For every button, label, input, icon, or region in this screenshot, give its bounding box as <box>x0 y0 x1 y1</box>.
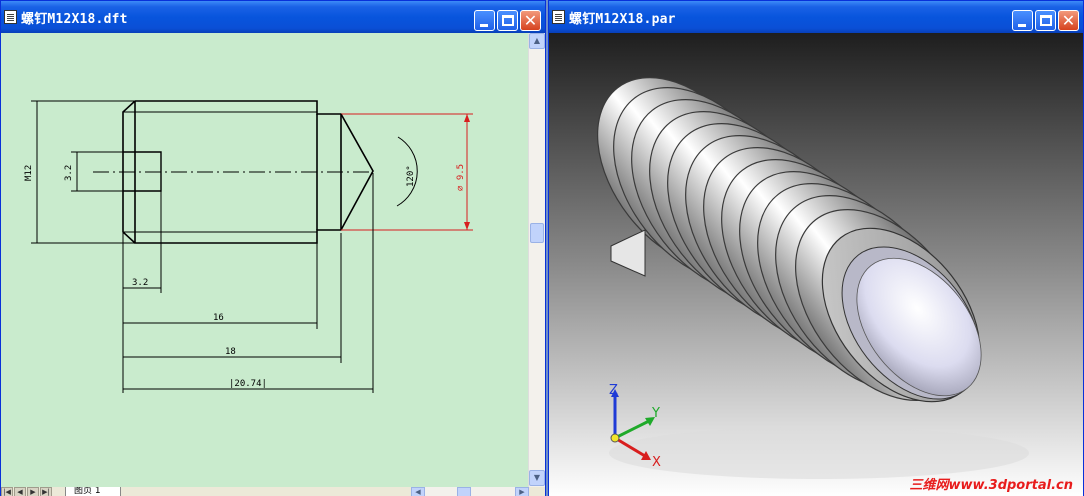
close-icon: ✕ <box>1061 11 1076 30</box>
close-button[interactable]: ✕ <box>1058 10 1079 31</box>
3d-viewport[interactable]: Z Y X 三维网www.3dportal.cn <box>549 33 1083 496</box>
minimize-icon <box>1018 24 1026 27</box>
part-titlebar[interactable]: 螺钉M12X18.par ✕ <box>549 1 1083 33</box>
watermark-text: 三维网www.3dportal.cn <box>909 478 1073 493</box>
dim-label-slot-depth: 3.2 <box>132 278 148 288</box>
sheet-tab-bar: |◀ ◀ ▶ ▶| 图页 1 ◀ ▶ <box>1 487 545 496</box>
angle-leg <box>340 113 374 172</box>
maximize-icon <box>1040 15 1052 26</box>
horizontal-scrollbar[interactable]: ◀ ▶ <box>411 487 529 496</box>
document-icon[interactable] <box>552 10 565 24</box>
drawing-sheet[interactable]: M12 3.2 ⌀ 9.5 120° 3.2 16 18 |20.74| <box>1 33 528 487</box>
arrow-head <box>464 114 470 122</box>
scroll-right-button[interactable]: ▶ <box>515 487 529 496</box>
dim-label-angle: 120° <box>406 165 416 187</box>
maximize-button[interactable] <box>1035 10 1056 31</box>
last-sheet-button[interactable]: ▶| <box>40 487 52 496</box>
dim-label-m12: M12 <box>24 165 34 181</box>
dim-label-body-length: 16 <box>213 313 224 323</box>
scroll-down-button[interactable]: ▼ <box>529 470 545 486</box>
scroll-left-button[interactable]: ◀ <box>411 487 425 496</box>
3d-model-view: Z Y X <box>549 33 1083 496</box>
dim-label-total-length: 18 <box>225 347 236 357</box>
axis-label-y: Y <box>651 406 660 421</box>
part-window[interactable]: 螺钉M12X18.par ✕ Z Y X 三维网www.3dportal.cn <box>548 0 1084 496</box>
axis-label-x: X <box>652 455 661 470</box>
drawing-titlebar[interactable]: 螺钉M12X18.dft ✕ <box>1 1 545 33</box>
vertical-scrollbar[interactable]: ▲ ▼ <box>528 33 545 487</box>
close-icon: ✕ <box>523 11 538 30</box>
sheet-tab[interactable]: 图页 1 <box>65 487 121 496</box>
minimize-button[interactable] <box>474 10 495 31</box>
scroll-up-button[interactable]: ▲ <box>529 33 545 49</box>
close-button[interactable]: ✕ <box>520 10 541 31</box>
window-title: 螺钉M12X18.dft <box>21 11 128 27</box>
next-sheet-button[interactable]: ▶ <box>27 487 39 496</box>
part-drawing: M12 3.2 ⌀ 9.5 120° 3.2 16 18 |20.74| <box>24 100 473 393</box>
arrow-head <box>464 222 470 230</box>
prev-sheet-button[interactable]: ◀ <box>14 487 26 496</box>
first-sheet-button[interactable]: |◀ <box>1 487 13 496</box>
window-title: 螺钉M12X18.par <box>569 11 676 27</box>
scroll-thumb-horizontal[interactable] <box>457 487 471 496</box>
maximize-button[interactable] <box>497 10 518 31</box>
axis-label-z: Z <box>609 383 618 398</box>
maximize-icon <box>502 15 514 26</box>
dim-label-tip-length: |20.74| <box>229 379 267 389</box>
document-icon[interactable] <box>4 10 17 24</box>
dim-label-slot-width: 3.2 <box>64 165 74 181</box>
drawing-window[interactable]: 螺钉M12X18.dft ✕ M12 3.2 ⌀ 9.5 120° 3.2 16… <box>0 0 546 496</box>
minimize-button[interactable] <box>1012 10 1033 31</box>
scroll-thumb[interactable] <box>530 223 544 243</box>
floor-shadow <box>609 427 1029 479</box>
minimize-icon <box>480 24 488 27</box>
dim-label-point-dia: ⌀ 9.5 <box>456 164 466 191</box>
